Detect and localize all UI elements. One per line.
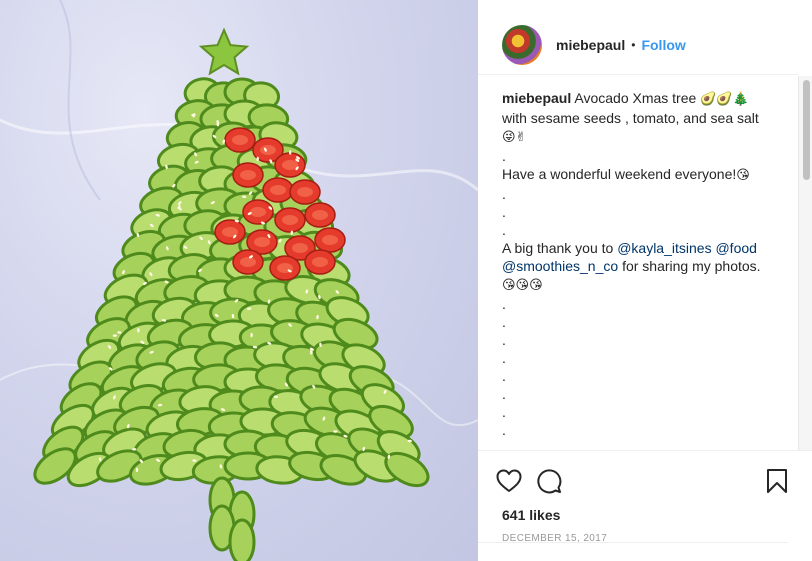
post-actions: 641 likes December 15, 2017 bbox=[478, 450, 812, 544]
thanks-line: A big thank you to @kayla_itsines @food bbox=[502, 239, 782, 257]
mention-link[interactable]: @smoothies_n_co bbox=[502, 258, 618, 274]
caption-dot: . bbox=[502, 421, 782, 439]
thanks-text: A big thank you to bbox=[502, 240, 613, 256]
mention-link[interactable]: @food bbox=[715, 240, 756, 256]
likes-count[interactable]: 641 likes bbox=[496, 507, 788, 523]
thanks-emoji-line: 😘😘😘 bbox=[502, 275, 782, 295]
caption-dot: . bbox=[502, 147, 782, 165]
caption-dot: . bbox=[502, 403, 782, 421]
avatar[interactable] bbox=[502, 25, 542, 65]
thanks-line-2: @smoothies_n_co for sharing my photos. bbox=[502, 257, 782, 275]
heart-icon bbox=[496, 469, 522, 493]
caption-line-3: 😜✌ bbox=[502, 127, 782, 147]
save-button[interactable] bbox=[766, 461, 788, 501]
post-header: miebepaul • Follow bbox=[478, 0, 812, 74]
post-side-panel: miebepaul • Follow miebepaul Avocado Xma… bbox=[478, 0, 812, 561]
like-button[interactable] bbox=[496, 461, 536, 501]
comments-scrollbar[interactable] bbox=[798, 76, 812, 450]
weekend-emoji: 😘 bbox=[736, 168, 750, 183]
weekend-line: Have a wonderful weekend everyone!😘 bbox=[502, 165, 782, 185]
caption-dot-list: . . . . . . . . . bbox=[502, 295, 782, 450]
caption-line-2: with sesame seeds , tomato, and sea salt bbox=[502, 109, 782, 127]
footer-divider bbox=[478, 542, 788, 543]
action-icons bbox=[496, 461, 788, 501]
caption-dot: . bbox=[502, 185, 782, 203]
caption-dot: . bbox=[502, 203, 782, 221]
caption-area: miebepaul Avocado Xmas tree 🥑🥑🎄 with ses… bbox=[478, 74, 798, 450]
caption-emoji-2: 😜✌ bbox=[502, 130, 526, 145]
caption-text: Avocado Xmas tree bbox=[574, 90, 696, 106]
weekend-text: Have a wonderful weekend everyone! bbox=[502, 166, 736, 182]
sharing-text: for sharing my photos. bbox=[622, 258, 761, 274]
bookmark-icon bbox=[766, 468, 788, 494]
caption-author[interactable]: miebepaul bbox=[502, 90, 571, 106]
caption-dot: . bbox=[502, 385, 782, 403]
caption-dot: . bbox=[502, 313, 782, 331]
caption-dot: . bbox=[502, 349, 782, 367]
mention-link[interactable]: @kayla_itsines bbox=[617, 240, 711, 256]
username-link[interactable]: miebepaul bbox=[556, 37, 625, 53]
avocado-tree-image bbox=[0, 0, 478, 561]
caption-dot: . bbox=[502, 439, 782, 450]
follow-button[interactable]: Follow bbox=[641, 37, 685, 53]
comment-icon bbox=[536, 468, 562, 494]
caption-emoji: 🥑🥑🎄 bbox=[700, 92, 749, 107]
header-separator: • bbox=[631, 38, 635, 52]
caption-line: miebepaul Avocado Xmas tree 🥑🥑🎄 bbox=[502, 89, 782, 109]
scrollbar-thumb[interactable] bbox=[803, 80, 810, 180]
thanks-emoji: 😘😘😘 bbox=[502, 278, 543, 293]
caption-dot: . bbox=[502, 331, 782, 349]
caption-text-2: with sesame seeds , tomato, and sea salt bbox=[502, 110, 759, 126]
post-photo[interactable] bbox=[0, 0, 478, 561]
caption-dot: . bbox=[502, 221, 782, 239]
caption-dot: . bbox=[502, 295, 782, 313]
comment-button[interactable] bbox=[536, 461, 576, 501]
caption-dot: . bbox=[502, 367, 782, 385]
